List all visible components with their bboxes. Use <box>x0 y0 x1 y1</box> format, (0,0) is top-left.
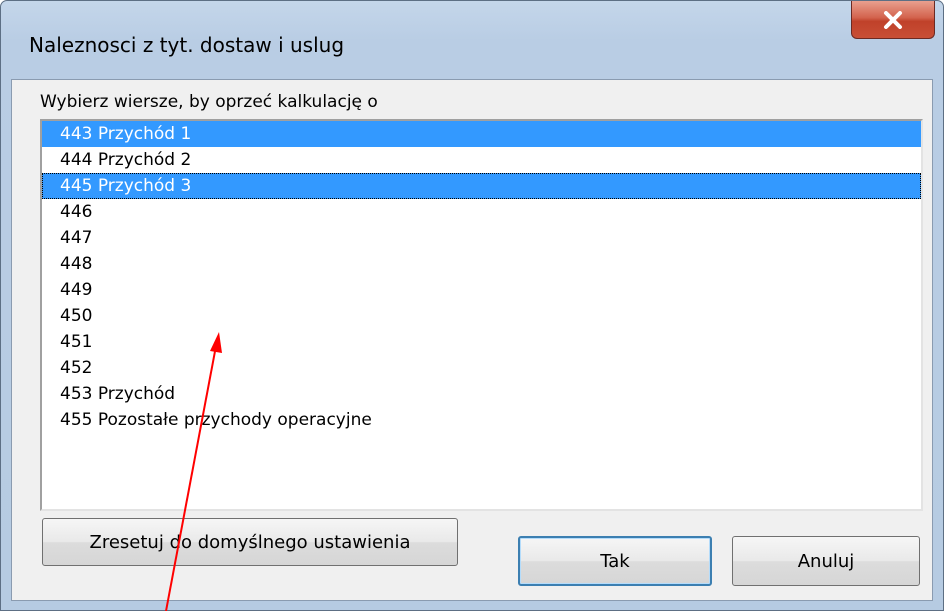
close-button[interactable] <box>851 1 935 39</box>
list-item[interactable]: 451 <box>42 329 921 355</box>
list-item[interactable]: 455 Pozostałe przychody operacyjne <box>42 407 921 433</box>
list-item[interactable]: 444 Przychód 2 <box>42 147 921 173</box>
ok-button[interactable]: Tak <box>518 536 712 586</box>
list-item[interactable]: 450 <box>42 303 921 329</box>
reset-defaults-button[interactable]: Zresetuj do domyślnego ustawienia <box>42 518 458 566</box>
row-listbox[interactable]: 443 Przychód 1 444 Przychód 2 445 Przych… <box>40 119 923 511</box>
list-item[interactable]: 445 Przychód 3 <box>42 173 921 199</box>
prompt-label: Wybierz wiersze, by oprzeć kalkulację o <box>40 92 378 112</box>
window-title: Naleznosci z tyt. dostaw i uslug <box>29 33 345 57</box>
list-item[interactable]: 453 Przychód <box>42 381 921 407</box>
list-item[interactable]: 443 Przychód 1 <box>42 121 921 147</box>
list-item[interactable]: 446 <box>42 199 921 225</box>
cancel-button[interactable]: Anuluj <box>732 536 920 586</box>
title-bar[interactable]: Naleznosci z tyt. dostaw i uslug <box>1 1 943 79</box>
list-item[interactable]: 452 <box>42 355 921 381</box>
close-icon <box>884 10 902 29</box>
list-item[interactable]: 448 <box>42 251 921 277</box>
dialog-window: Naleznosci z tyt. dostaw i uslug Wybierz… <box>0 0 944 611</box>
list-item[interactable]: 447 <box>42 225 921 251</box>
dialog-body: Wybierz wiersze, by oprzeć kalkulację o … <box>11 79 933 601</box>
list-item[interactable]: 449 <box>42 277 921 303</box>
